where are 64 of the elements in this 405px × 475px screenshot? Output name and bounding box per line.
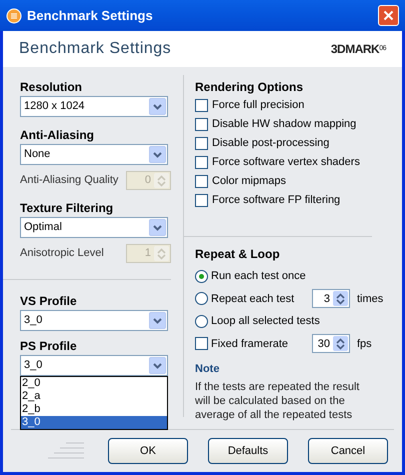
dropdown[interactable]: 3_0 (20, 355, 168, 376)
dropdown-option[interactable]: 3_0 (21, 416, 167, 429)
spin-value: 0 (144, 173, 151, 188)
section-label: PS Profile (20, 338, 78, 355)
option-label: Force full precision (212, 98, 304, 114)
checkbox[interactable] (195, 194, 208, 207)
checkbox[interactable] (195, 175, 208, 188)
section-label: Texture Filtering (20, 200, 114, 217)
dropdown-option[interactable]: 2_b (21, 403, 167, 416)
checkbox[interactable] (195, 118, 208, 131)
checkbox[interactable] (195, 99, 208, 112)
field-label: Anti-Aliasing Quality (20, 173, 118, 188)
unit-label: fps (357, 336, 372, 352)
dialog-button[interactable]: OK (108, 438, 188, 464)
option-label: Loop all selected tests (211, 314, 320, 329)
dropdown-value: 3_0 (24, 313, 42, 328)
dialog-button[interactable]: Defaults (208, 438, 288, 464)
field-label: Anisotropic Level (20, 246, 104, 262)
dropdown-option[interactable]: 2_a (21, 390, 167, 403)
option-label: Color mipmaps (212, 174, 286, 190)
radio-button[interactable] (195, 314, 208, 328)
spin-arrows-icon[interactable] (333, 291, 348, 306)
dialog-button[interactable]: Cancel (308, 438, 388, 464)
checkbox[interactable] (195, 137, 208, 150)
spin-arrows-icon[interactable] (333, 336, 348, 352)
option-label: Disable post-processing (212, 136, 330, 152)
spin-field[interactable]: 30 (312, 334, 350, 354)
note-text: If the tests are repeated the result will be calculated based on the average of all the repeated tests (195, 380, 360, 422)
window-title: Benchmark Settings (27, 6, 154, 25)
spin-value: 3 (324, 292, 330, 306)
dropdown[interactable]: 3_0 (20, 310, 168, 331)
radio-button[interactable] (195, 270, 208, 283)
brand-logo: 3DMARK$^{06}$ (330, 41, 386, 58)
radio-button[interactable] (195, 292, 208, 306)
spin-value: 30 (318, 336, 330, 352)
section-label: Resolution (20, 79, 83, 96)
dropdown-value: Optimal (24, 220, 62, 236)
section-label: VS Profile (20, 293, 78, 310)
checkbox[interactable] (195, 156, 208, 169)
option-label: Disable HW shadow mapping (212, 117, 356, 132)
dropdown[interactable]: 1280 x 1024 (20, 96, 168, 117)
close-button[interactable] (378, 5, 399, 26)
dialog-heading: Benchmark Settings (19, 39, 172, 59)
section-label: Rendering Options (195, 79, 304, 96)
dropdown[interactable]: None (20, 144, 168, 165)
option-label: Repeat each test (211, 292, 296, 306)
dropdown-value: None (24, 147, 50, 162)
option-label: Force software vertex shaders (212, 155, 360, 170)
checkbox[interactable] (195, 337, 208, 350)
section-label: Anti-Aliasing (20, 127, 95, 144)
spin-field[interactable]: 3 (312, 289, 350, 308)
dropdown-value: 1280 x 1024 (24, 99, 85, 114)
dropdown-value: 3_0 (24, 358, 42, 374)
close-icon (383, 10, 394, 21)
app-icon (6, 8, 22, 24)
dropdown[interactable]: Optimal (20, 217, 168, 238)
note-heading: Note (195, 362, 220, 377)
option-label: Run each test once (211, 269, 306, 284)
section-label: Repeat & Loop (195, 246, 281, 263)
spin-value: 1 (144, 246, 151, 262)
option-label: Fixed framerate (211, 336, 290, 352)
dropdown-option[interactable]: 2_0 (21, 377, 167, 390)
option-label: Force software FP filtering (212, 193, 340, 208)
unit-label: times (357, 292, 384, 306)
